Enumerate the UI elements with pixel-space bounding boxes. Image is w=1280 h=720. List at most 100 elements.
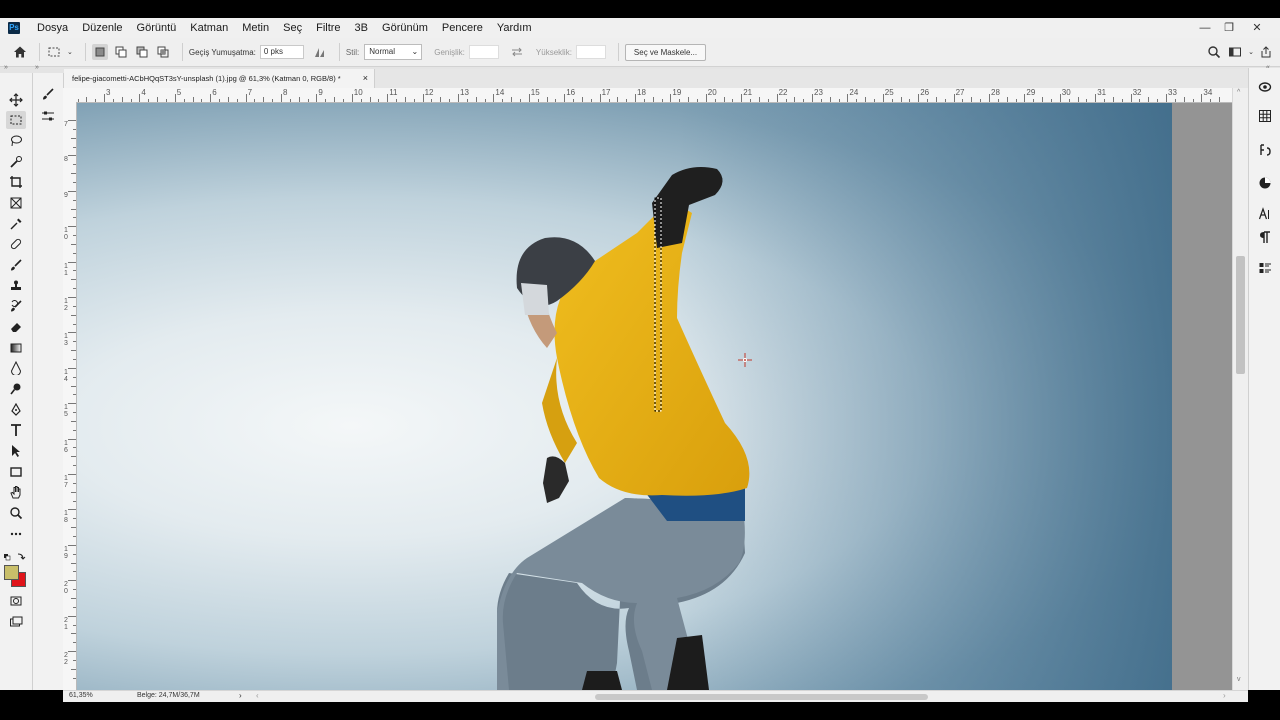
quick-mask-icon[interactable] xyxy=(6,592,26,610)
paragraph-icon[interactable] xyxy=(1255,228,1275,246)
type-icon[interactable] xyxy=(6,421,26,439)
ruler-tick-label: 29 xyxy=(1026,88,1036,97)
close-tab-icon[interactable]: × xyxy=(363,69,368,88)
ruler-tick-label: 11 xyxy=(64,262,68,277)
close-window-button[interactable]: ✕ xyxy=(1245,18,1269,38)
pen-icon[interactable] xyxy=(6,401,26,419)
path-select-icon[interactable] xyxy=(6,442,26,460)
zoom-icon[interactable] xyxy=(6,504,26,522)
style-select[interactable]: Normal ⌄ xyxy=(364,44,423,60)
menu-edit[interactable]: Düzenle xyxy=(75,18,129,38)
3d-icon[interactable] xyxy=(1255,78,1275,96)
eraser-icon[interactable] xyxy=(6,318,26,336)
menu-3d[interactable]: 3B xyxy=(348,18,375,38)
restore-button[interactable]: ❐ xyxy=(1217,18,1241,38)
style-select-value: Normal xyxy=(369,47,395,56)
home-icon[interactable] xyxy=(12,44,28,60)
grid-icon[interactable] xyxy=(1255,107,1275,125)
marquee-preset-icon[interactable] xyxy=(46,44,62,60)
style-label: Stil: xyxy=(345,47,360,57)
status-menu-chevron-icon[interactable]: › xyxy=(239,691,242,700)
menu-type[interactable]: Metin xyxy=(235,18,276,38)
color-icon[interactable] xyxy=(1255,174,1275,192)
adjustments-icon[interactable] xyxy=(1255,141,1275,159)
width-input[interactable] xyxy=(468,45,499,59)
divider xyxy=(39,43,40,61)
move-icon[interactable] xyxy=(6,91,26,109)
swap-colors-icon[interactable] xyxy=(4,549,26,561)
stamp-icon[interactable] xyxy=(6,277,26,295)
canvas-area[interactable] xyxy=(77,103,1232,690)
menu-help[interactable]: Yardım xyxy=(490,18,539,38)
select-and-mask-button[interactable]: Seç ve Maskele... xyxy=(624,43,707,61)
scroll-up-icon[interactable]: ^ xyxy=(1237,89,1240,96)
history-brush-icon[interactable] xyxy=(6,297,26,315)
workspace-icon[interactable] xyxy=(1227,44,1243,60)
eyedropper-icon[interactable] xyxy=(6,215,26,233)
scroll-right-icon[interactable]: › xyxy=(1223,691,1226,700)
minimize-button[interactable]: — xyxy=(1193,18,1217,38)
quick-select-icon[interactable] xyxy=(6,153,26,171)
ruler-tick-label: 27 xyxy=(955,88,965,97)
document-tab[interactable]: felipe-giacometti-ACbHQqST3sY-unsplash (… xyxy=(64,69,375,88)
chevron-down-icon[interactable]: ⌄ xyxy=(67,48,73,56)
scroll-down-icon[interactable]: v xyxy=(1237,676,1241,683)
brush-settings-icon[interactable] xyxy=(38,85,58,103)
height-input[interactable] xyxy=(575,45,606,59)
share-icon[interactable] xyxy=(1258,44,1274,60)
more-icon[interactable] xyxy=(6,525,26,543)
menu-window[interactable]: Pencere xyxy=(435,18,490,38)
add-selection-icon[interactable] xyxy=(113,44,129,60)
menu-image[interactable]: Görüntü xyxy=(130,18,184,38)
frame-icon[interactable] xyxy=(6,194,26,212)
antialias-icon[interactable] xyxy=(312,44,328,60)
horizontal-ruler[interactable]: 3 4 5 6 7 8 9 10 11 12 13 14 15 16 17 18 19 20 21 22 23 24 25 2… xyxy=(76,88,1232,103)
secondary-panel xyxy=(33,73,64,690)
search-icon[interactable] xyxy=(1206,44,1222,60)
lasso-icon[interactable] xyxy=(6,132,26,150)
brush-icon[interactable] xyxy=(6,256,26,274)
hand-icon[interactable] xyxy=(6,483,26,501)
collapse-icon[interactable]: » xyxy=(4,64,8,71)
menu-filter[interactable]: Filtre xyxy=(309,18,347,38)
ruler-tick-label: 34 xyxy=(1203,88,1213,97)
ruler-tick-label: 13 xyxy=(460,88,469,97)
horizontal-scroll-thumb[interactable] xyxy=(595,694,928,700)
scroll-left-icon[interactable]: ‹ xyxy=(256,691,259,700)
gradient-icon[interactable] xyxy=(6,339,26,357)
vertical-scrollbar[interactable]: ^ v xyxy=(1232,88,1249,690)
zoom-level[interactable]: 61,35% xyxy=(69,692,93,699)
swap-icon[interactable] xyxy=(509,44,525,60)
blur-icon[interactable] xyxy=(6,359,26,377)
vertical-scroll-thumb[interactable] xyxy=(1236,256,1245,374)
ruler-tick-label: 14 xyxy=(64,368,68,383)
intersect-selection-icon[interactable] xyxy=(155,44,171,60)
feather-input[interactable]: 0 pks xyxy=(259,45,304,59)
character-icon[interactable] xyxy=(1255,205,1275,223)
document-image[interactable] xyxy=(77,103,1172,690)
screen-mode-icon[interactable] xyxy=(6,613,26,631)
chevron-down-icon[interactable]: ⌄ xyxy=(1248,48,1254,56)
subtract-selection-icon[interactable] xyxy=(134,44,150,60)
vertical-ruler[interactable]: 7 8 9 10 11 12 13 14 15 16 17 18 19 20 21 22 xyxy=(63,102,77,690)
ruler-tick-label: 6 xyxy=(212,88,217,97)
menu-file[interactable]: Dosya xyxy=(30,18,75,38)
dodge-icon[interactable] xyxy=(6,380,26,398)
collapse-icon[interactable]: » xyxy=(35,64,39,71)
foreground-color-swatch[interactable] xyxy=(4,565,19,580)
sliders-icon[interactable] xyxy=(38,107,58,125)
right-panel-dock xyxy=(1248,68,1280,690)
menu-layer[interactable]: Katman xyxy=(183,18,235,38)
ruler-tick-label: 21 xyxy=(743,88,753,97)
menu-select[interactable]: Seç xyxy=(276,18,309,38)
menu-view[interactable]: Görünüm xyxy=(375,18,435,38)
properties-icon[interactable] xyxy=(1255,259,1275,277)
ruler-tick-label: 22 xyxy=(778,88,788,97)
marquee-icon[interactable] xyxy=(6,111,26,129)
ruler-corner[interactable] xyxy=(63,88,77,103)
shape-icon[interactable] xyxy=(6,463,26,481)
ruler-tick-label: 21 xyxy=(64,616,68,631)
crop-icon[interactable] xyxy=(6,173,26,191)
healing-icon[interactable] xyxy=(6,235,26,253)
new-selection-icon[interactable] xyxy=(91,44,108,60)
